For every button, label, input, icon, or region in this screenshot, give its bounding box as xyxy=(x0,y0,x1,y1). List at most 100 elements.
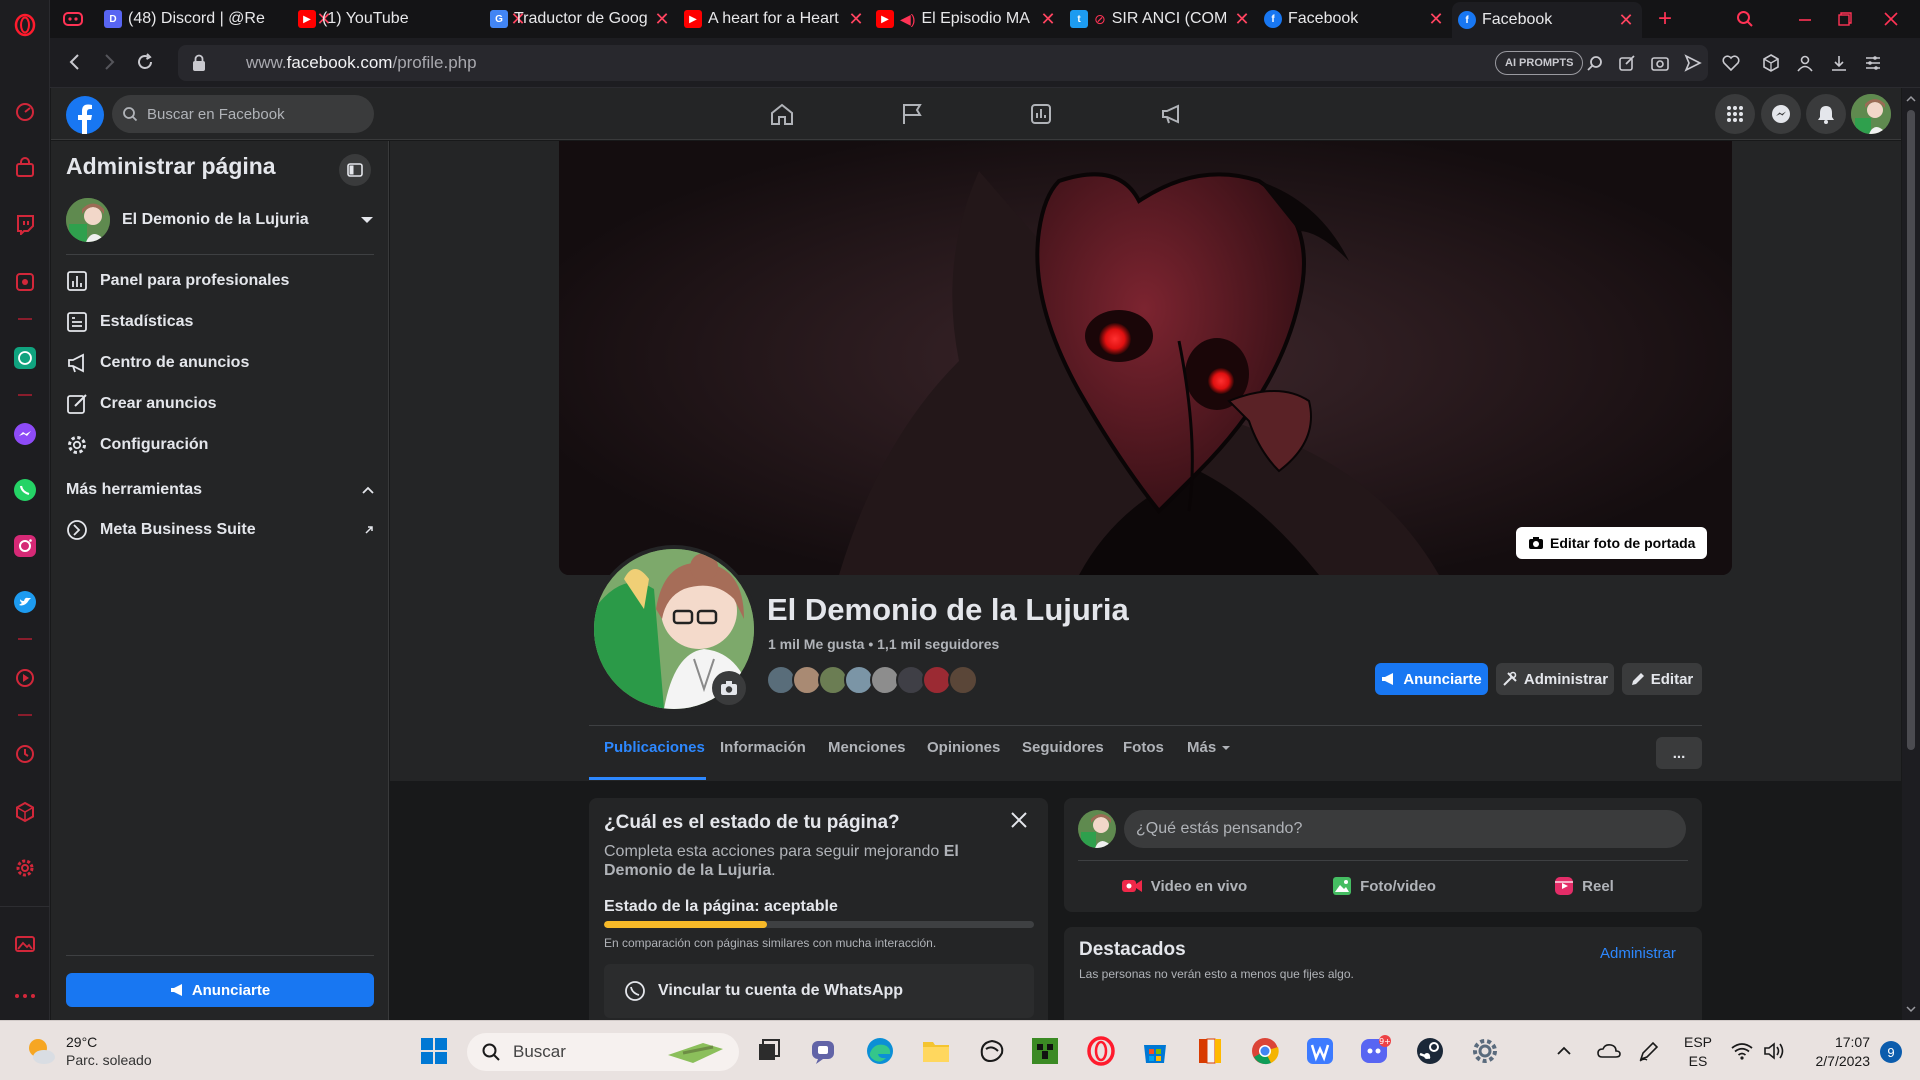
panel-item-settings[interactable]: Configuración xyxy=(66,430,208,460)
minimize-button[interactable] xyxy=(1790,4,1820,34)
panel-item-create-ads[interactable]: Crear anuncios xyxy=(66,389,216,419)
player-icon[interactable] xyxy=(13,666,37,690)
featured-manage-link[interactable]: Administrar xyxy=(1600,945,1676,962)
speaker-icon[interactable]: ◀) xyxy=(900,11,915,28)
tab-more[interactable]: Más xyxy=(1187,739,1231,756)
home-icon[interactable] xyxy=(769,102,795,126)
page-switcher[interactable]: El Demonio de la Lujuria xyxy=(66,195,374,245)
extensions-icon[interactable] xyxy=(13,800,37,824)
pen-icon[interactable] xyxy=(1634,1035,1664,1067)
opera-logo-icon[interactable] xyxy=(13,13,37,37)
close-icon[interactable]: ✕ xyxy=(652,9,672,30)
tab-photos[interactable]: Fotos xyxy=(1123,739,1164,756)
scroll-thumb[interactable] xyxy=(1907,110,1915,750)
reel-button[interactable]: Reel xyxy=(1504,868,1664,904)
steam-icon[interactable] xyxy=(1414,1035,1446,1067)
pages-flag-icon[interactable] xyxy=(899,102,925,126)
settings-taskbar-icon[interactable] xyxy=(1469,1035,1501,1067)
edit-page-icon[interactable] xyxy=(1618,54,1636,72)
language-indicator[interactable]: ESP ES xyxy=(1684,1033,1712,1071)
tab-mentions[interactable]: Menciones xyxy=(828,739,906,756)
twitter-icon[interactable] xyxy=(13,590,37,614)
tab-episodio[interactable]: ▶ ◀) El Episodio MA ✕ xyxy=(876,4,1058,34)
task-view-icon[interactable] xyxy=(753,1035,785,1067)
reload-button[interactable] xyxy=(134,51,156,73)
account-avatar[interactable] xyxy=(1851,94,1891,134)
insights-chart-icon[interactable] xyxy=(1029,102,1053,126)
clock[interactable]: 17:07 2/7/2023 xyxy=(1800,1033,1871,1071)
edit-button[interactable]: Editar xyxy=(1622,663,1702,695)
search-page-icon[interactable] xyxy=(1586,54,1604,72)
close-icon[interactable]: ✕ xyxy=(846,9,866,30)
start-button[interactable] xyxy=(418,1035,450,1067)
profile-icon[interactable] xyxy=(1796,54,1814,72)
more-tools-section[interactable]: Más herramientas xyxy=(66,481,374,499)
history-icon[interactable] xyxy=(13,742,37,766)
more-dots-icon[interactable] xyxy=(13,984,37,1008)
forward-button[interactable] xyxy=(98,51,120,73)
lock-icon[interactable] xyxy=(192,54,206,72)
panel-item-meta-business-suite[interactable]: Meta Business Suite xyxy=(66,515,374,545)
cube-icon[interactable] xyxy=(13,270,37,294)
close-icon[interactable]: ✕ xyxy=(1616,10,1636,31)
wifi-icon[interactable] xyxy=(1728,1035,1756,1067)
send-icon[interactable] xyxy=(1684,54,1702,72)
volume-icon[interactable] xyxy=(1760,1035,1788,1067)
follower-avatars[interactable] xyxy=(766,665,978,697)
chatgpt-icon[interactable] xyxy=(13,346,37,370)
scroll-down-icon[interactable] xyxy=(1902,1004,1920,1014)
tab-heart[interactable]: ▶ A heart for a Heart ✕ xyxy=(684,4,866,34)
app-w-icon[interactable] xyxy=(1304,1035,1336,1067)
ai-prompts-button[interactable]: AI PROMPTS xyxy=(1495,51,1584,75)
cover-photo[interactable]: Editar foto de portada xyxy=(559,141,1732,575)
collapse-panel-button[interactable] xyxy=(339,154,371,186)
tab-facebook[interactable]: f Facebook ✕ xyxy=(1264,4,1446,34)
tab-about[interactable]: Información xyxy=(720,739,806,756)
office-app-icon[interactable] xyxy=(1194,1035,1226,1067)
page-stats[interactable]: 1 mil Me gusta • 1,1 mil seguidores xyxy=(768,636,999,652)
close-icon[interactable]: ✕ xyxy=(1038,9,1058,30)
shopping-bag-icon[interactable] xyxy=(13,156,37,180)
profile-picture[interactable] xyxy=(590,545,758,713)
search-input[interactable]: Buscar en Facebook xyxy=(112,95,374,133)
messenger-icon[interactable] xyxy=(13,422,37,446)
file-explorer-icon[interactable] xyxy=(920,1035,952,1067)
tab-facebook-active[interactable]: f Facebook ✕ xyxy=(1452,2,1642,38)
show-hidden-icons[interactable] xyxy=(1552,1035,1576,1067)
menu-grid-button[interactable] xyxy=(1715,94,1755,134)
more-options-button[interactable]: ... xyxy=(1656,737,1702,769)
twitch-icon[interactable] xyxy=(13,212,37,236)
speed-dial-icon[interactable] xyxy=(13,100,37,124)
advertise-button[interactable]: Anunciarte xyxy=(1375,663,1488,695)
mute-icon[interactable]: ⊘ xyxy=(1094,11,1106,28)
notification-count-badge[interactable]: 9 xyxy=(1880,1041,1902,1063)
whatsapp-icon[interactable] xyxy=(13,478,37,502)
scroll-up-icon[interactable] xyxy=(1902,94,1920,104)
change-photo-button[interactable] xyxy=(712,671,746,705)
opera-taskbar-icon[interactable] xyxy=(1085,1035,1117,1067)
advertise-panel-button[interactable]: Anunciarte xyxy=(66,973,374,1007)
url-bar[interactable]: www.facebook.com/profile.php AI PROMPTS xyxy=(178,45,1708,81)
new-tab-button[interactable]: + xyxy=(1650,4,1680,34)
messenger-button[interactable] xyxy=(1761,94,1801,134)
whats-on-your-mind-input[interactable]: ¿Qué estás pensando? xyxy=(1124,810,1686,848)
close-window-button[interactable] xyxy=(1876,4,1906,34)
weather-widget[interactable]: 29°C Parc. soleado xyxy=(24,1033,152,1069)
easy-setup-icon[interactable] xyxy=(1864,54,1882,72)
panel-item-professional-dashboard[interactable]: Panel para profesionales xyxy=(66,266,289,296)
manage-button[interactable]: Administrar xyxy=(1496,663,1614,695)
tab-translate[interactable]: G Traductor de Goog ✕ xyxy=(490,4,672,34)
settings-icon[interactable] xyxy=(13,856,37,880)
download-icon[interactable] xyxy=(1830,54,1848,72)
photo-video-button[interactable]: Foto/video xyxy=(1304,868,1464,904)
edge-icon[interactable] xyxy=(864,1035,896,1067)
notifications-button[interactable] xyxy=(1806,94,1846,134)
tab-reviews[interactable]: Opiniones xyxy=(927,739,1000,756)
ads-megaphone-icon[interactable] xyxy=(1159,102,1185,126)
heart-bookmark-icon[interactable] xyxy=(1722,54,1740,72)
chrome-icon[interactable] xyxy=(1249,1035,1281,1067)
edit-cover-button[interactable]: Editar foto de portada xyxy=(1516,527,1708,559)
url-text[interactable]: www.facebook.com/profile.php xyxy=(246,53,477,73)
discord-taskbar-icon[interactable]: 9+ xyxy=(1359,1035,1391,1067)
onedrive-icon[interactable] xyxy=(1594,1035,1624,1067)
